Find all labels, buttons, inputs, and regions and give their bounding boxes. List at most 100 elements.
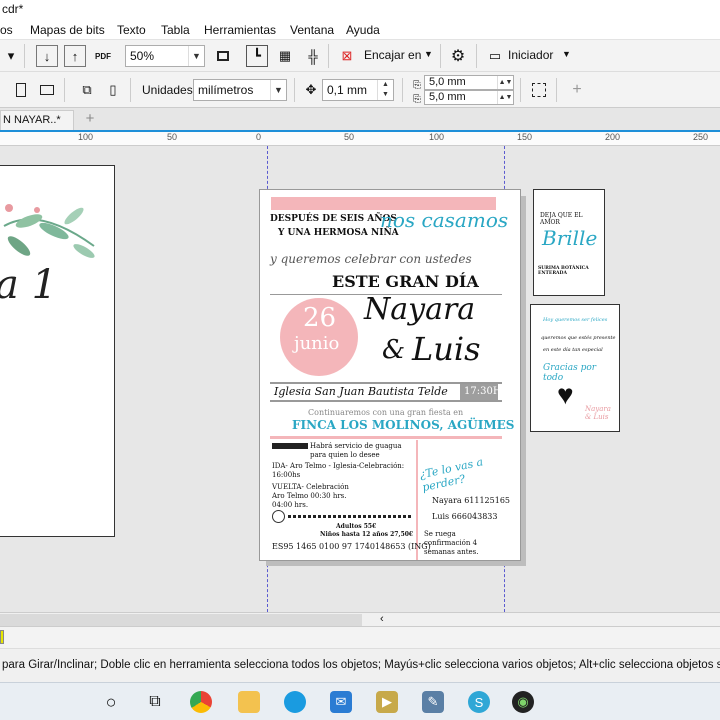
page-indicator[interactable] xyxy=(0,630,4,644)
full-screen-icon[interactable] xyxy=(212,45,234,67)
window-title: cdr* xyxy=(2,2,24,16)
ruler-tick: 250 xyxy=(693,132,709,142)
new-tab-plus-icon[interactable]: + xyxy=(78,110,102,130)
inv-name2: Luis xyxy=(412,330,481,368)
inv-amp: & xyxy=(382,335,406,365)
chevron-down-icon[interactable]: ▼ xyxy=(562,49,571,59)
property-bar: ⧉ ▯ Unidades: milímetros ▼ ✥ 0,1 mm ▲ ▼ ⎘… xyxy=(0,72,720,108)
ruler-tick: 50 xyxy=(344,132,355,142)
divider xyxy=(294,78,295,102)
page-navigator xyxy=(0,626,720,648)
skype-icon[interactable]: S xyxy=(468,691,490,713)
spinner-icon[interactable]: ▲▼ xyxy=(497,91,513,104)
invitation-page[interactable]: DESPUÉS DE SEIS AÑOS Y UNA HERMOSA NIÑA … xyxy=(259,189,521,561)
horizontal-scrollbar[interactable]: ‹ xyxy=(0,612,720,626)
launcher-label[interactable]: Iniciador xyxy=(508,48,553,62)
chevron-down-icon[interactable]: ▼ xyxy=(270,80,286,100)
left-page[interactable]: a 1 xyxy=(0,165,115,537)
inv-adultos: Adultos 55€ xyxy=(336,523,377,530)
plus-icon[interactable]: + xyxy=(566,79,588,101)
menu-help[interactable]: Ayuda xyxy=(346,23,380,37)
pink-divider xyxy=(270,436,502,439)
grid-icon[interactable]: ▦ xyxy=(274,45,296,67)
launcher-icon[interactable]: ▭ xyxy=(484,45,506,67)
status-hint: para Girar/Inclinar; Doble clic en herra… xyxy=(2,659,720,671)
divider xyxy=(520,78,521,102)
bank-logo-icon xyxy=(272,510,285,523)
card1-brille: Brille xyxy=(542,226,598,250)
drawing-canvas[interactable]: a 1 DESPUÉS DE SEIS AÑOS Y UNA HERMOSA N… xyxy=(0,146,720,612)
ruler-tick: 200 xyxy=(605,132,621,142)
search-circle-icon[interactable]: ○ xyxy=(100,691,122,713)
chrome-icon[interactable] xyxy=(190,691,212,713)
duplicate-x-input[interactable]: 5,0 mm ▲▼ xyxy=(424,75,514,90)
pdf-icon[interactable]: PDF xyxy=(92,45,114,67)
card-gracias[interactable]: Hoy queremos ser felices queremos que es… xyxy=(530,304,620,432)
document-tab-label: N NAYAR..* xyxy=(3,114,61,126)
divider xyxy=(476,44,477,68)
standard-toolbar: ▾ ↓ ↑ PDF 50% ▼ ┗ ▦ ╬ ⊠ Encajar en ▼ ⚙ ▭… xyxy=(0,40,720,72)
menu-arrow-icon[interactable]: ▾ xyxy=(0,45,22,67)
divider xyxy=(556,78,557,102)
nudge-input[interactable]: 0,1 mm ▲ ▼ xyxy=(322,79,394,101)
units-combo[interactable]: milímetros ▼ xyxy=(193,79,287,101)
scroll-left-icon[interactable]: ‹ xyxy=(380,613,384,625)
chevron-down-icon[interactable]: ▼ xyxy=(424,49,433,59)
card2-line2: queremos que estés presente xyxy=(541,335,616,341)
ruler-tick: 50 xyxy=(167,132,178,142)
card-brille[interactable]: DEJA QUE EL AMOR Brille SURIMA BOTÁNICA … xyxy=(533,189,605,296)
divider xyxy=(64,78,65,102)
corel-draw-icon[interactable]: ◉ xyxy=(512,691,534,713)
inv-ninos: Niños hasta 12 años 27,50€ xyxy=(320,531,414,538)
menu-table[interactable]: Tabla xyxy=(161,23,190,37)
scroll-thumb[interactable] xyxy=(0,614,362,626)
mail-icon[interactable]: ✉ xyxy=(330,691,352,713)
duplicate-x-value: 5,0 mm xyxy=(429,76,466,88)
card2-names: Nayara & Luis xyxy=(585,405,611,421)
menu-text[interactable]: Texto xyxy=(117,23,146,37)
status-bar: para Girar/Inclinar; Doble clic en herra… xyxy=(0,648,720,682)
menu-objects[interactable]: os xyxy=(0,23,13,37)
menu-window[interactable]: Ventana xyxy=(290,23,334,37)
card2-line1: Hoy queremos ser felices xyxy=(543,317,608,323)
document-tab[interactable]: N NAYAR..* xyxy=(0,110,74,130)
current-page-icon[interactable]: ▯ xyxy=(102,79,124,101)
zoom-combo[interactable]: 50% ▼ xyxy=(125,45,205,67)
portrait-icon[interactable] xyxy=(10,79,32,101)
import-icon[interactable]: ↓ xyxy=(36,45,58,67)
divider xyxy=(24,44,25,68)
divider xyxy=(440,44,441,68)
inv-confirm: ¿Te lo vas a perder? xyxy=(418,455,485,495)
menu-tools[interactable]: Herramientas xyxy=(204,23,276,37)
media-player-icon[interactable]: ▶ xyxy=(376,691,398,713)
inv-guagua: Habrá servicio de guagua para quien lo d… xyxy=(310,442,402,459)
file-explorer-icon[interactable] xyxy=(238,691,260,713)
card2-line3: en este día tan especial xyxy=(543,347,603,353)
chevron-down-icon[interactable]: ▼ xyxy=(188,46,204,66)
rulers-icon[interactable]: ┗ xyxy=(246,45,268,67)
corel-icon[interactable]: ✎ xyxy=(422,691,444,713)
inv-iban: ES95 1465 0100 97 1740148653 (ING) xyxy=(272,542,431,551)
bleed-icon[interactable] xyxy=(528,79,550,101)
task-view-icon[interactable]: ⧉ xyxy=(144,691,166,713)
guidelines-icon[interactable]: ╬ xyxy=(302,45,324,67)
export-icon[interactable]: ↑ xyxy=(64,45,86,67)
inv-ruega: Se ruega confirmación 4 semanas antes. xyxy=(424,530,479,556)
snap-to-label[interactable]: Encajar en xyxy=(364,48,421,62)
spinner-icon[interactable]: ▲▼ xyxy=(497,76,513,89)
inv-phone1: Nayara 611125165 xyxy=(432,496,511,505)
duplicate-y-input[interactable]: 5,0 mm ▲▼ xyxy=(424,90,514,105)
spinner-icon[interactable]: ▲▼ xyxy=(377,80,393,100)
gear-icon[interactable]: ⚙ xyxy=(447,45,469,67)
table-number-text: a 1 xyxy=(0,262,58,308)
card2-gracias: Gracias por todo xyxy=(543,363,597,383)
divider xyxy=(402,78,403,102)
inv-line1: DESPUÉS DE SEIS AÑOS xyxy=(270,214,397,224)
zoom-value: 50% xyxy=(130,49,155,63)
landscape-icon[interactable] xyxy=(36,79,58,101)
all-pages-icon[interactable]: ⧉ xyxy=(76,79,98,101)
edge-icon[interactable] xyxy=(284,691,306,713)
menu-bitmaps[interactable]: Mapas de bits xyxy=(30,23,105,37)
snap-off-icon[interactable]: ⊠ xyxy=(336,45,358,67)
redacted-line xyxy=(288,515,412,518)
